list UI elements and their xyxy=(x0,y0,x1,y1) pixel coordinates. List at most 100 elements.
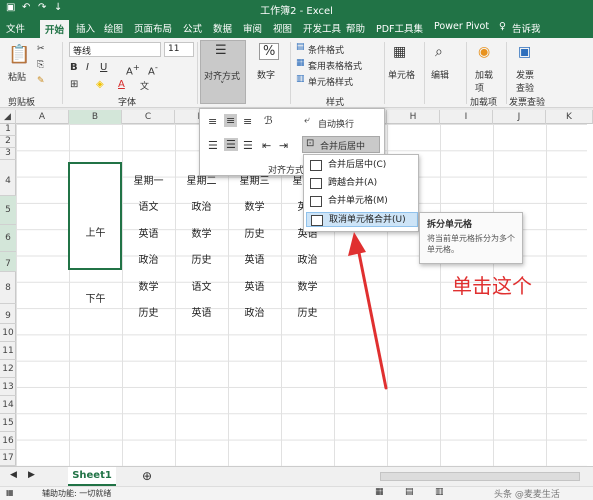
row-header[interactable]: 4 xyxy=(0,160,16,196)
tab-home[interactable]: 开始 xyxy=(40,20,70,38)
selected-merged-cell[interactable] xyxy=(68,162,122,270)
column-header[interactable]: C xyxy=(122,110,175,124)
align-left-icon[interactable]: ☰ xyxy=(208,139,218,152)
column-header[interactable]: B xyxy=(69,110,122,124)
morning-cell[interactable]: 上午 xyxy=(69,224,122,239)
alignment-button[interactable]: ☰ 对齐方式 ˅ xyxy=(200,40,246,104)
number-format-button[interactable]: 数字 xyxy=(257,68,275,81)
font-name-select[interactable]: 等线 xyxy=(69,42,161,57)
paste-icon[interactable]: 📋 xyxy=(8,44,30,65)
row-header[interactable]: 11 xyxy=(0,342,16,360)
select-all[interactable]: ◢ xyxy=(0,110,16,124)
font-shrink-icon[interactable]: A- xyxy=(148,62,158,77)
align-right-icon[interactable]: ☰ xyxy=(243,139,253,152)
border-icon[interactable]: ⊞ xyxy=(70,79,78,90)
row-header[interactable]: 9 xyxy=(0,304,16,324)
sheet-tab[interactable]: Sheet1 xyxy=(68,467,116,486)
tab-tell-me[interactable]: 告诉我 xyxy=(512,21,541,35)
column-header[interactable]: J xyxy=(493,110,546,124)
table-cell[interactable]: 语文 xyxy=(175,278,228,293)
table-cell[interactable]: 数学 xyxy=(228,198,281,213)
tab-help[interactable]: 帮助 xyxy=(346,21,365,35)
decrease-indent-icon[interactable]: ⇤ xyxy=(262,139,271,152)
row-header[interactable]: 13 xyxy=(0,378,16,396)
align-middle-icon[interactable]: ≡ xyxy=(224,114,238,127)
tab-power-pivot[interactable]: Power Pivot xyxy=(434,21,489,32)
row-header[interactable]: 12 xyxy=(0,360,16,378)
bold-icon[interactable]: B xyxy=(70,62,78,73)
table-cell[interactable]: 政治 xyxy=(175,198,228,213)
percent-icon[interactable]: % xyxy=(259,43,280,60)
table-cell[interactable]: 数学 xyxy=(122,278,175,293)
table-cell[interactable]: 英语 xyxy=(175,304,228,319)
paste-button[interactable]: 粘贴 xyxy=(8,70,26,83)
row-header[interactable]: 7 xyxy=(0,252,16,272)
row-header[interactable]: 17 xyxy=(0,450,16,466)
tab-developer[interactable]: 开发工具 xyxy=(303,21,341,35)
copy-icon[interactable]: ⎘ xyxy=(37,60,44,70)
tab-formulas[interactable]: 公式 xyxy=(183,21,202,35)
cut-icon[interactable]: ✂ xyxy=(37,44,45,54)
table-cell[interactable]: 政治 xyxy=(281,251,334,266)
column-header[interactable]: I xyxy=(440,110,493,124)
row-header[interactable]: 14 xyxy=(0,396,16,414)
prev-sheet-icon[interactable]: ◀ xyxy=(10,470,17,480)
row-header[interactable]: 1 xyxy=(0,124,16,136)
row-header[interactable]: 16 xyxy=(0,432,16,450)
underline-icon[interactable]: U xyxy=(100,62,107,73)
column-header[interactable]: A xyxy=(16,110,69,124)
cells-button[interactable]: 单元格 xyxy=(388,68,415,81)
afternoon-cell[interactable]: 下午 xyxy=(69,290,122,305)
increase-indent-icon[interactable]: ⇥ xyxy=(279,139,288,152)
page-break-view-icon[interactable]: ▥ xyxy=(435,487,444,497)
add-sheet-icon[interactable]: ⊕ xyxy=(142,469,152,483)
row-header[interactable]: 15 xyxy=(0,414,16,432)
table-cell[interactable]: 政治 xyxy=(228,304,281,319)
cell-style-button[interactable]: 单元格样式 xyxy=(308,75,353,88)
table-cell[interactable]: 英语 xyxy=(122,225,175,240)
align-bottom-icon[interactable]: ≡ xyxy=(243,115,252,128)
tab-pdf[interactable]: PDF工具集 xyxy=(376,21,423,35)
fill-color-icon[interactable]: ◈ xyxy=(96,79,104,90)
table-cell[interactable]: 数学 xyxy=(281,278,334,293)
page-layout-view-icon[interactable]: ▤ xyxy=(405,487,414,497)
table-cell[interactable]: 数学 xyxy=(175,225,228,240)
tab-file[interactable]: 文件 xyxy=(6,21,25,35)
italic-icon[interactable]: I xyxy=(86,62,89,73)
edit-button[interactable]: 编辑 xyxy=(431,68,449,81)
row-header[interactable]: 10 xyxy=(0,324,16,342)
merge-center-button[interactable]: ⊡ 合并后居中 xyxy=(302,136,380,153)
row-header[interactable]: 3 xyxy=(0,148,16,160)
font-grow-icon[interactable]: A+ xyxy=(126,62,140,77)
menu-merge-across[interactable]: 跨越合并(A) xyxy=(306,176,418,191)
font-size-select[interactable]: 11 xyxy=(164,42,194,57)
tab-review[interactable]: 审阅 xyxy=(243,21,262,35)
table-cell[interactable]: 历史 xyxy=(175,251,228,266)
tab-page-layout[interactable]: 页面布局 xyxy=(134,21,172,35)
menu-merge-center[interactable]: 合并后居中(C) xyxy=(306,158,418,173)
tab-draw[interactable]: 绘图 xyxy=(104,21,123,35)
menu-merge-cells[interactable]: 合并单元格(M) xyxy=(306,194,418,209)
conditional-format-button[interactable]: 条件格式 xyxy=(308,43,344,56)
tab-view[interactable]: 视图 xyxy=(273,21,292,35)
table-cell[interactable]: 英语 xyxy=(228,278,281,293)
format-painter-icon[interactable]: ✎ xyxy=(37,76,45,86)
tab-insert[interactable]: 插入 xyxy=(76,21,95,35)
column-header[interactable]: K xyxy=(546,110,593,124)
wrap-text-button[interactable]: 自动换行 xyxy=(318,117,354,130)
table-cell[interactable]: 政治 xyxy=(122,251,175,266)
table-cell[interactable]: 语文 xyxy=(122,198,175,213)
row-header[interactable]: 5 xyxy=(0,196,16,225)
table-cell[interactable]: 英语 xyxy=(228,251,281,266)
table-cell[interactable]: 历史 xyxy=(281,304,334,319)
menu-unmerge-cells[interactable]: 取消单元格合并(U) xyxy=(306,212,418,227)
addin-button[interactable]: 加载项 xyxy=(475,68,495,94)
invoice-button[interactable]: 发票查验 xyxy=(516,68,536,94)
table-cell[interactable]: 历史 xyxy=(122,304,175,319)
horizontal-scrollbar[interactable] xyxy=(380,472,580,481)
align-top-icon[interactable]: ≡ xyxy=(208,115,217,128)
font-color-icon[interactable]: A xyxy=(118,79,125,90)
next-sheet-icon[interactable]: ▶ xyxy=(28,470,35,480)
row-header[interactable]: 6 xyxy=(0,225,16,252)
orientation-icon[interactable]: ℬ xyxy=(264,114,273,127)
